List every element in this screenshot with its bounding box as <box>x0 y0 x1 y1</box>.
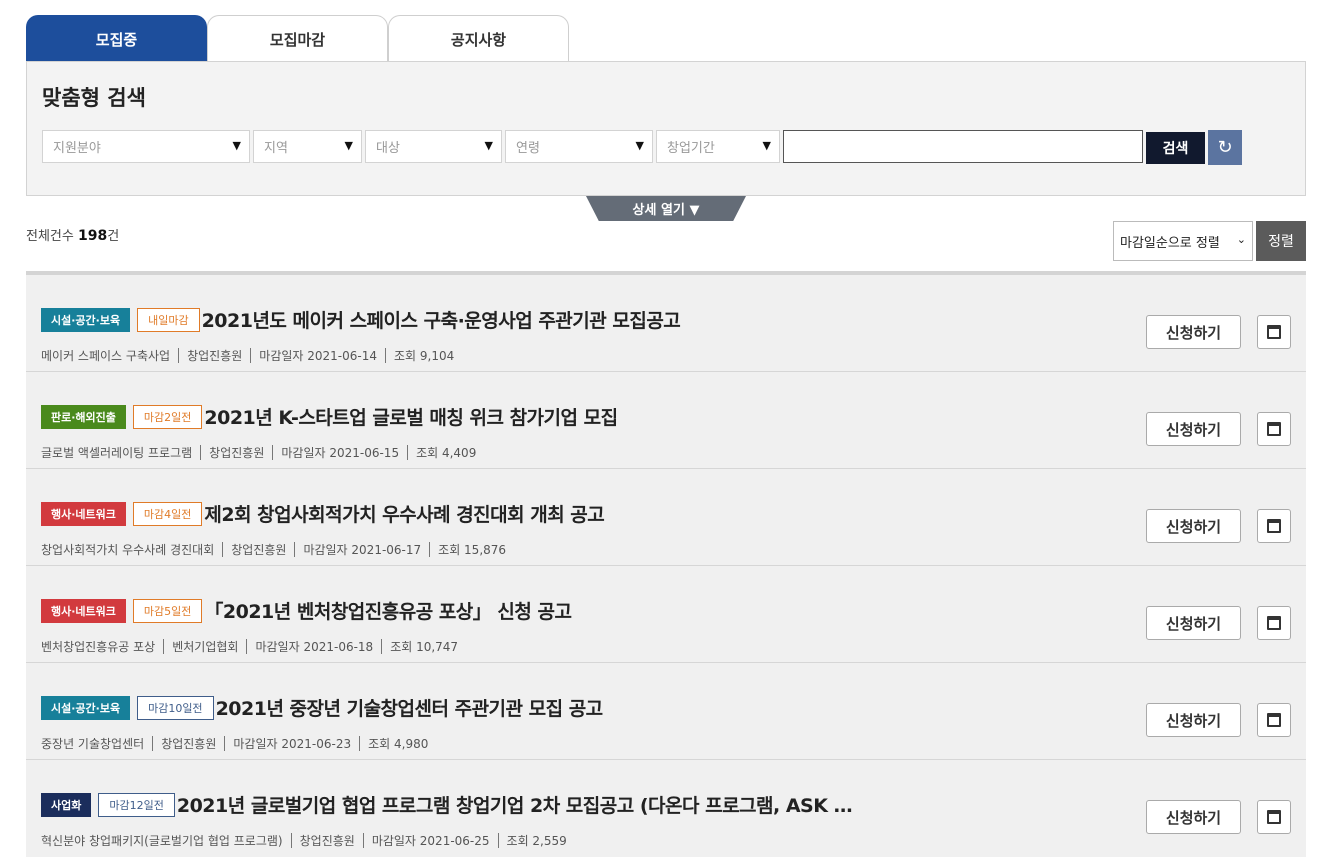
apply-button[interactable]: 신청하기 <box>1146 703 1241 737</box>
item-title[interactable]: 2021년도 메이커 스페이스 구축·운영사업 주관기관 모집공고 <box>202 306 681 333</box>
sort-select[interactable]: 마감일순으로 정렬 ⌄ <box>1113 221 1253 261</box>
filter-age[interactable]: 연령 ▼ <box>505 130 653 163</box>
announcement-list: 시설·공간·보육 내일마감 2021년도 메이커 스페이스 구축·운영사업 주관… <box>26 271 1306 857</box>
organization: 벤처기업협회 <box>172 640 239 654</box>
deadline-date: 마감일자 2021-06-15 <box>281 446 400 460</box>
search-button[interactable]: 검색 <box>1146 132 1205 164</box>
item-title[interactable]: 제2회 창업사회적가치 우수사례 경진대회 개최 공고 <box>204 500 604 527</box>
deadline-date: 마감일자 2021-06-14 <box>259 349 377 363</box>
apply-button[interactable]: 신청하기 <box>1146 412 1241 446</box>
view-count: 조회 9,104 <box>394 349 455 363</box>
program-name: 글로벌 액셀러레이팅 프로그램 <box>41 446 193 460</box>
category-badge: 판로·해외진출 <box>41 404 126 429</box>
view-count: 조회 4,409 <box>416 446 477 460</box>
organization: 창업진흥원 <box>209 446 265 460</box>
apply-button[interactable]: 신청하기 <box>1146 800 1241 834</box>
search-title: 맞춤형 검색 <box>42 86 146 110</box>
list-item: 판로·해외진출 마감2일전 2021년 K-스타트업 글로벌 매칭 위크 참가기… <box>26 372 1306 469</box>
apply-button[interactable]: 신청하기 <box>1146 606 1241 640</box>
deadline-badge: 마감12일전 <box>98 792 175 817</box>
item-title[interactable]: 2021년 K-스타트업 글로벌 매칭 위크 참가기업 모집 <box>204 403 618 430</box>
deadline-badge: 마감4일전 <box>132 501 203 526</box>
dropdown-arrow-icon: ▼ <box>635 139 644 152</box>
deadline-date: 마감일자 2021-06-23 <box>233 737 352 751</box>
tab-recruiting[interactable]: 모집중 <box>26 15 207 62</box>
detail-toggle-button[interactable]: 상세 열기 ▼ <box>586 196 746 221</box>
window-icon <box>1267 325 1281 339</box>
bookmark-button[interactable] <box>1257 412 1291 446</box>
filter-support-field[interactable]: 지원분야 ▼ <box>42 130 250 163</box>
sort-button[interactable]: 정렬 <box>1256 221 1306 261</box>
deadline-date: 마감일자 2021-06-18 <box>255 640 374 654</box>
filter-startup-period[interactable]: 창업기간 ▼ <box>656 130 780 163</box>
organization: 창업진흥원 <box>231 543 287 557</box>
organization: 창업진흥원 <box>187 349 243 363</box>
dropdown-arrow-icon: ▼ <box>484 139 493 152</box>
list-item: 시설·공간·보육 마감10일전 2021년 중장년 기술창업센터 주관기관 모집… <box>26 663 1306 760</box>
deadline-badge: 마감2일전 <box>132 404 203 429</box>
organization: 창업진흥원 <box>161 737 217 751</box>
search-input[interactable] <box>783 130 1143 163</box>
program-name: 창업사회적가치 우수사례 경진대회 <box>41 543 215 557</box>
list-item: 사업화 마감12일전 2021년 글로벌기업 협업 프로그램 창업기업 2차 모… <box>26 760 1306 857</box>
window-icon <box>1267 810 1281 824</box>
window-icon <box>1267 713 1281 727</box>
window-icon <box>1267 519 1281 533</box>
bookmark-button[interactable] <box>1257 800 1291 834</box>
window-icon <box>1267 422 1281 436</box>
view-count: 조회 10,747 <box>390 640 459 654</box>
category-badge: 행사·네트워크 <box>41 598 126 623</box>
dropdown-arrow-icon: ▼ <box>762 139 771 152</box>
bookmark-button[interactable] <box>1257 703 1291 737</box>
organization: 창업진흥원 <box>299 834 355 848</box>
category-badge: 사업화 <box>41 792 92 817</box>
filter-target[interactable]: 대상 ▼ <box>365 130 502 163</box>
filter-region[interactable]: 지역 ▼ <box>253 130 362 163</box>
tab-notice[interactable]: 공지사항 <box>388 15 569 62</box>
apply-button[interactable]: 신청하기 <box>1146 315 1241 349</box>
list-item: 시설·공간·보육 내일마감 2021년도 메이커 스페이스 구축·운영사업 주관… <box>26 275 1306 372</box>
refresh-icon: ↻ <box>1217 137 1233 158</box>
item-title[interactable]: 2021년 글로벌기업 협업 프로그램 창업기업 2차 모집공고 (다온다 프로… <box>177 791 853 818</box>
deadline-badge: 내일마감 <box>137 307 200 332</box>
dropdown-arrow-icon: ▼ <box>232 139 241 152</box>
category-badge: 시설·공간·보육 <box>41 307 131 332</box>
program-name: 벤처창업진흥유공 포상 <box>41 640 156 654</box>
deadline-date: 마감일자 2021-06-17 <box>303 543 422 557</box>
window-icon <box>1267 616 1281 630</box>
category-badge: 시설·공간·보육 <box>41 695 131 720</box>
deadline-badge: 마감10일전 <box>137 695 214 720</box>
deadline-badge: 마감5일전 <box>132 598 203 623</box>
tab-bar: 모집중 모집마감 공지사항 <box>26 15 569 62</box>
program-name: 중장년 기술창업센터 <box>41 737 145 751</box>
tab-closed[interactable]: 모집마감 <box>207 15 388 62</box>
custom-search-panel: 맞춤형 검색 지원분야 ▼ 지역 ▼ 대상 ▼ 연령 ▼ 창업기간 ▼ 검색 ↻ <box>26 61 1306 196</box>
item-title[interactable]: 2021년 중장년 기술창업센터 주관기관 모집 공고 <box>216 694 604 721</box>
view-count: 조회 4,980 <box>368 737 429 751</box>
total-count: 전체건수 198건 <box>26 228 120 244</box>
apply-button[interactable]: 신청하기 <box>1146 509 1241 543</box>
bookmark-button[interactable] <box>1257 315 1291 349</box>
category-badge: 행사·네트워크 <box>41 501 126 526</box>
bookmark-button[interactable] <box>1257 509 1291 543</box>
list-item: 행사·네트워크 마감5일전 「2021년 벤처창업진흥유공 포상」 신청 공고 … <box>26 566 1306 663</box>
reset-button[interactable]: ↻ <box>1208 130 1242 165</box>
bookmark-button[interactable] <box>1257 606 1291 640</box>
view-count: 조회 15,876 <box>438 543 507 557</box>
view-count: 조회 2,559 <box>506 834 567 848</box>
list-item: 행사·네트워크 마감4일전 제2회 창업사회적가치 우수사례 경진대회 개최 공… <box>26 469 1306 566</box>
program-name: 메이커 스페이스 구축사업 <box>41 349 171 363</box>
item-title[interactable]: 「2021년 벤처창업진흥유공 포상」 신청 공고 <box>204 597 572 624</box>
chevron-down-icon: ⌄ <box>1236 233 1246 246</box>
dropdown-arrow-icon: ▼ <box>344 139 353 152</box>
deadline-date: 마감일자 2021-06-25 <box>371 834 490 848</box>
program-name: 혁신분야 창업패키지(글로벌기업 협업 프로그램) <box>41 834 283 848</box>
